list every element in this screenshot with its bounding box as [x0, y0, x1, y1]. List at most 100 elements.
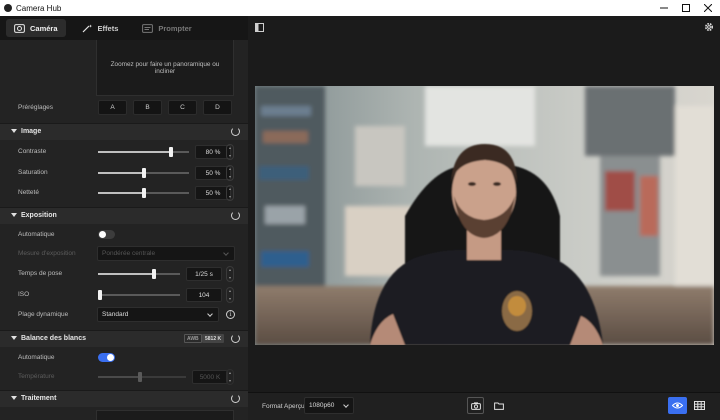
gear-icon[interactable] [704, 22, 714, 32]
format-value: 1080p60 [309, 402, 335, 409]
reset-icon[interactable] [231, 127, 240, 136]
collapse-icon [11, 129, 17, 133]
temperature-value[interactable]: 5000 K [192, 370, 228, 384]
reset-icon[interactable] [231, 211, 240, 220]
exposure-section-header[interactable]: Exposition [0, 207, 248, 224]
temperature-stepper[interactable] [226, 369, 234, 385]
shutter-row: Temps de pose 1/25 s [0, 264, 248, 284]
collapse-icon [11, 336, 17, 340]
tab-effects-label: Effets [97, 23, 119, 33]
format-select[interactable]: 1080p60 [304, 397, 354, 414]
sidebar-toggle-icon[interactable] [255, 23, 264, 32]
close-icon [704, 4, 712, 12]
eye-icon [672, 402, 683, 409]
prompter-icon [142, 23, 154, 33]
temperature-row: Température 5000 K [0, 367, 248, 387]
tab-camera[interactable]: Caméra [6, 19, 66, 37]
wb-auto-label: Automatique [18, 354, 55, 361]
pan-tilt-area[interactable]: Zoomez pour faire un panoramique ou incl… [96, 40, 234, 96]
exposure-auto-toggle[interactable] [98, 230, 115, 239]
preview-area: Format Aperçu 1080p60 [248, 16, 720, 420]
chevron-down-icon [343, 402, 349, 408]
wb-auto-toggle[interactable] [98, 353, 115, 362]
contrast-stepper[interactable] [226, 144, 234, 160]
exposure-auto-row: Automatique [0, 225, 248, 245]
minimize-icon [660, 7, 668, 9]
presets-label: Préréglages [18, 104, 54, 111]
preset-b-button[interactable]: B [133, 100, 162, 115]
chevron-down-icon [207, 311, 213, 317]
collapse-icon [11, 396, 17, 400]
tab-prompter[interactable]: Prompter [134, 19, 199, 37]
iso-value[interactable]: 104 [186, 288, 222, 302]
temperature-label: Température [18, 373, 55, 380]
saturation-label: Saturation [18, 169, 48, 176]
preview-toggle-button[interactable] [668, 397, 687, 414]
iso-slider[interactable] [98, 290, 180, 300]
collapse-icon [11, 213, 17, 217]
sharpness-slider[interactable] [98, 188, 189, 198]
tab-prompter-label: Prompter [158, 23, 192, 33]
preset-d-button[interactable]: D [203, 100, 232, 115]
saturation-stepper[interactable] [226, 165, 234, 181]
dynamic-range-select[interactable]: Standard [97, 307, 219, 322]
grid-icon [694, 401, 705, 410]
wb-auto-row: Automatique [0, 348, 248, 368]
contrast-slider[interactable] [98, 147, 189, 157]
processing-content [96, 410, 234, 420]
exposure-section-title: Exposition [21, 212, 57, 219]
dynamic-range-label: Plage dynamique [18, 311, 69, 318]
tab-camera-label: Caméra [30, 23, 58, 33]
control-panel[interactable]: Zoomez pour faire un panoramique ou incl… [0, 40, 248, 420]
preset-a-button[interactable]: A [98, 100, 127, 115]
exposure-auto-label: Automatique [18, 231, 55, 238]
metering-label: Mesure d'exposition [18, 250, 76, 257]
iso-stepper[interactable] [226, 287, 234, 303]
preset-c-button[interactable]: C [168, 100, 197, 115]
folder-icon[interactable] [494, 402, 504, 410]
dynamic-range-value: Standard [102, 311, 129, 318]
camera-icon [14, 23, 25, 33]
tab-effects[interactable]: Effets [74, 19, 127, 37]
shutter-slider[interactable] [98, 269, 180, 279]
window-title: Camera Hub [16, 3, 62, 13]
shutter-stepper[interactable] [226, 266, 234, 282]
camera-preview[interactable] [255, 86, 714, 345]
snapshot-icon [470, 401, 481, 410]
magic-wand-icon [82, 24, 92, 32]
sharpness-label: Netteté [18, 189, 39, 196]
info-icon[interactable]: i [226, 310, 235, 319]
reset-icon[interactable] [231, 394, 240, 403]
iso-row: ISO 104 [0, 285, 248, 305]
white-balance-section-header[interactable]: Balance des blancs AWB 5812 K [0, 330, 248, 347]
maximize-icon [682, 4, 690, 12]
chevron-down-icon [223, 250, 229, 256]
snapshot-button[interactable] [467, 397, 484, 414]
temperature-slider[interactable] [98, 372, 186, 382]
awb-badge: AWB [184, 334, 202, 343]
processing-section-header[interactable]: Traitement [0, 390, 248, 407]
presets-row: Préréglages A B C D [0, 98, 248, 118]
image-section-header[interactable]: Image [0, 123, 248, 140]
iso-label: ISO [18, 291, 30, 298]
title-bar: Camera Hub [0, 0, 720, 16]
shutter-value[interactable]: 1/25 s [186, 267, 222, 281]
saturation-slider[interactable] [98, 168, 189, 178]
format-label: Format Aperçu [262, 403, 305, 410]
metering-select[interactable]: Pondérée centrale [97, 246, 235, 261]
metering-value: Pondérée centrale [102, 250, 156, 257]
processing-section-title: Traitement [21, 395, 57, 402]
reset-icon[interactable] [231, 334, 240, 343]
close-button[interactable] [694, 0, 720, 16]
white-balance-section-title: Balance des blancs [21, 335, 86, 342]
preview-toolbar: Format Aperçu 1080p60 [248, 392, 720, 420]
image-section-title: Image [21, 128, 42, 135]
metering-row: Mesure d'exposition Pondérée centrale [0, 244, 248, 264]
app-logo-icon [4, 4, 12, 12]
sharpness-stepper[interactable] [226, 185, 234, 201]
sharpness-row: Netteté 50 % [0, 183, 248, 203]
wb-temp-badge: 5812 K [202, 334, 225, 343]
grid-overlay-button[interactable] [690, 397, 709, 414]
shutter-label: Temps de pose [18, 270, 63, 277]
dynamic-range-row: Plage dynamique Standard i [0, 305, 248, 325]
